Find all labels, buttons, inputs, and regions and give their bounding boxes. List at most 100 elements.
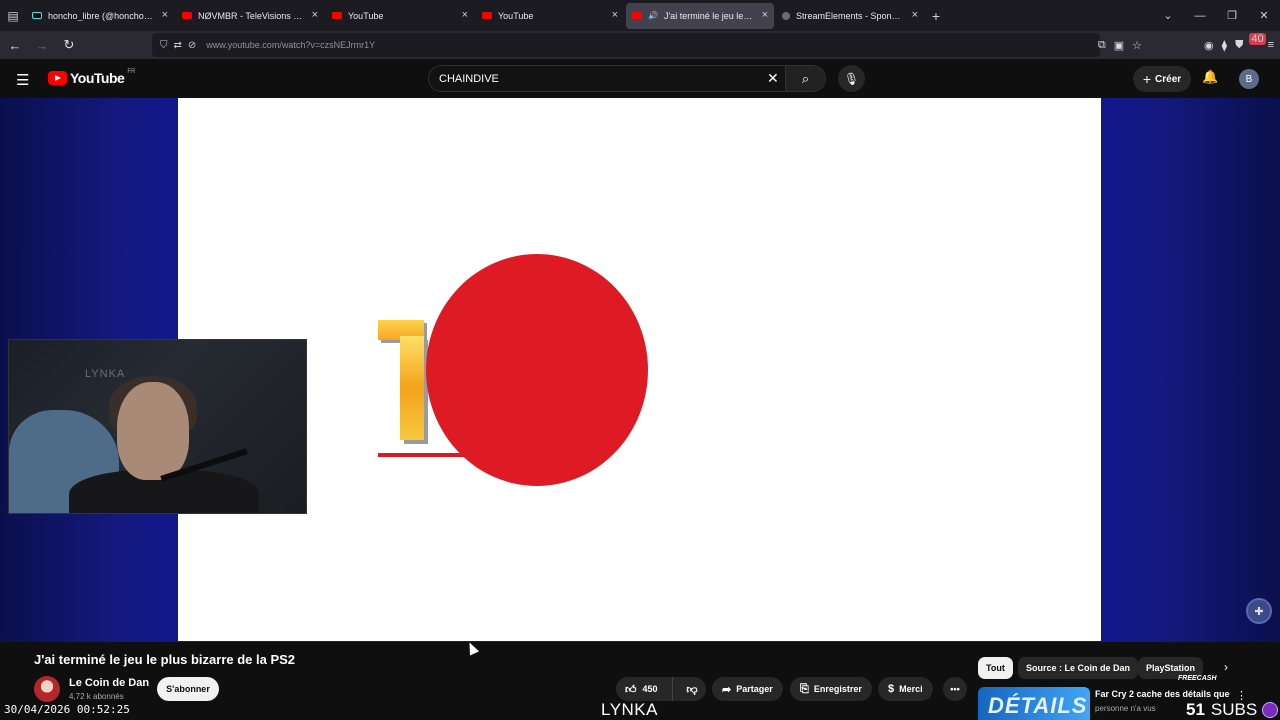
thumbs-up-icon: 👍︎	[625, 683, 637, 696]
dislike-button[interactable]: 👎︎	[678, 677, 706, 701]
picture-in-picture-icon[interactable]: ⧉	[1098, 39, 1106, 52]
gamepad-overlay-icon: ✚	[1246, 598, 1272, 624]
recommendation-title[interactable]: Far Cry 2 cache des détails que	[1095, 689, 1230, 699]
toolbar-icons: ⧉ ▣ ☆ ◉ ⧫ ⛊ 40 ≡	[1098, 32, 1274, 57]
browser-tab[interactable]: NØVMBR - TeleVisions - YouTub ×	[176, 3, 324, 29]
youtube-logo[interactable]: YouTube FR	[48, 69, 136, 86]
like-button[interactable]: 👍︎ 450	[616, 677, 673, 701]
tab-title: YouTube	[498, 10, 534, 21]
video-title: J'ai terminé le jeu le plus bizarre de l…	[34, 652, 296, 667]
search-icon: ⌕	[801, 70, 810, 86]
close-window-icon[interactable]: ✕	[1248, 9, 1280, 22]
webcam-wall-text: LYNKA	[85, 368, 126, 380]
address-bar[interactable]: ⛉ ⇄ ⊘ www.youtube.com/watch?v=czsNEJrmr1…	[152, 33, 1100, 57]
tab-title: J'ai terminé le jeu le plus bi	[663, 10, 754, 21]
speaker-icon[interactable]: 🔊	[648, 11, 658, 20]
mute-icon[interactable]: ⊘	[188, 40, 196, 51]
tab-title: NØVMBR - TeleVisions - YouTub	[198, 10, 304, 21]
streamelements-icon	[782, 11, 790, 20]
menu-icon[interactable]: ≡	[1268, 39, 1274, 51]
youtube-icon	[482, 12, 492, 19]
tab-list-icon[interactable]: ▤	[0, 0, 26, 31]
recommendation-subtitle: personne n'a vus	[1095, 704, 1156, 713]
browser-tab-strip: ▤ honcho_libre (@honcho_libre) | × NØVMBR…	[0, 0, 1280, 31]
browser-tab-active[interactable]: 🔊 J'ai terminé le jeu le plus bi ×	[626, 2, 774, 29]
more-actions-button[interactable]: •••	[943, 677, 967, 701]
plus-icon: +	[1142, 71, 1152, 87]
recommendation-thumbnail[interactable]: DÉTAILS	[978, 687, 1090, 720]
video-player[interactable]	[178, 98, 1101, 641]
bookmark-star-icon[interactable]: ☆	[1132, 39, 1142, 52]
clear-search-icon[interactable]: ✕	[767, 70, 779, 87]
overlay-timestamp: 30/04/2026 00:52:25	[4, 703, 130, 716]
save-label: Enregistrer	[813, 684, 862, 694]
restore-icon[interactable]: ❐	[1216, 9, 1248, 22]
channel-avatar[interactable]	[34, 676, 60, 702]
close-tab-icon[interactable]: ×	[762, 9, 768, 21]
region-code: FR	[127, 69, 136, 75]
channel-name[interactable]: Le Coin de Dan	[69, 677, 149, 689]
shield-icon[interactable]: ⛉	[160, 40, 168, 51]
minimize-icon[interactable]: —	[1184, 10, 1216, 22]
chip-all[interactable]: Tout	[978, 657, 1013, 679]
reload-icon[interactable]: ↻	[57, 33, 81, 57]
browser-tab[interactable]: honcho_libre (@honcho_libre) | ×	[26, 3, 174, 29]
share-button[interactable]: ➦ Partager	[712, 677, 783, 701]
search-box: ✕ ⌕	[428, 65, 826, 92]
twitch-icon	[1262, 702, 1278, 718]
subs-label: SUBS	[1210, 700, 1258, 719]
guide-menu-icon[interactable]: ☰	[16, 71, 29, 89]
close-tab-icon[interactable]: ×	[312, 9, 318, 21]
tab-title: StreamElements - Sponsorships	[796, 10, 904, 21]
subscriber-count: 4,72 k abonnés	[69, 692, 124, 701]
logo-text: YouTube	[70, 70, 125, 86]
subscribe-button[interactable]: S'abonner	[157, 677, 219, 701]
video-red-disk	[426, 254, 648, 486]
thanks-button[interactable]: $ Merci	[878, 677, 933, 701]
streamer-webcam: LYNKA	[8, 339, 307, 514]
chip-source[interactable]: Source : Le Coin de Dan	[1018, 657, 1139, 679]
share-label: Partager	[736, 684, 773, 694]
voice-search-button[interactable]: 🎙	[838, 65, 865, 92]
account-avatar[interactable]: B	[1239, 69, 1259, 89]
back-icon[interactable]: ←	[3, 33, 27, 57]
close-tab-icon[interactable]: ×	[162, 9, 168, 21]
share-icon: ➦	[722, 683, 732, 696]
tab-title: honcho_libre (@honcho_libre) |	[48, 10, 154, 21]
permissions-icon[interactable]: ⇄	[174, 40, 182, 51]
chevron-right-icon[interactable]: ›	[1224, 660, 1228, 674]
create-label: Créer	[1155, 73, 1182, 85]
browser-tab[interactable]: YouTube ×	[476, 3, 624, 29]
browser-tab[interactable]: YouTube ×	[326, 3, 474, 29]
thanks-label: Merci	[899, 684, 923, 694]
new-tab-button[interactable]: +	[926, 8, 946, 24]
notifications-bell-icon[interactable]: 🔔	[1202, 69, 1218, 85]
thumbnail-text: DÉTAILS	[988, 693, 1088, 718]
like-dislike-group: 👍︎ 450 👎︎	[616, 677, 706, 701]
close-tab-icon[interactable]: ×	[462, 9, 468, 21]
ublock-icon[interactable]: ⛊ 40	[1235, 32, 1266, 52]
url-text[interactable]: www.youtube.com/watch?v=czsNEJrmr1Y	[206, 40, 375, 50]
search-button[interactable]: ⌕	[785, 66, 825, 91]
forward-icon[interactable]: →	[30, 33, 54, 57]
extension-badge: 40	[1249, 32, 1266, 45]
close-tab-icon[interactable]: ×	[912, 9, 918, 21]
subs-count: 51	[1186, 700, 1205, 719]
tab-overflow-icon[interactable]: ⌄	[1152, 9, 1184, 22]
search-input[interactable]	[439, 71, 759, 87]
like-count: 450	[642, 684, 658, 694]
close-tab-icon[interactable]: ×	[612, 9, 618, 21]
save-button[interactable]: ⎘ Enregistrer	[790, 677, 872, 701]
extensions-icon[interactable]: ⧫	[1222, 39, 1227, 52]
browser-nav-bar: ← → ↻ ⛉ ⇄ ⊘ www.youtube.com/watch?v=czsN…	[0, 31, 1280, 59]
reader-view-icon[interactable]: ▣	[1114, 39, 1124, 52]
overlay-subs-counter: 51 SUBS	[1186, 700, 1257, 720]
youtube-icon	[632, 12, 642, 19]
browser-tab[interactable]: StreamElements - Sponsorships ×	[776, 3, 924, 29]
microphone-icon: 🎙	[843, 71, 860, 86]
youtube-icon	[332, 12, 342, 19]
letter-t-stem	[400, 336, 424, 440]
create-button[interactable]: + Créer	[1133, 66, 1191, 92]
account-icon[interactable]: ◉	[1204, 39, 1214, 52]
tiktok-icon	[32, 12, 42, 19]
